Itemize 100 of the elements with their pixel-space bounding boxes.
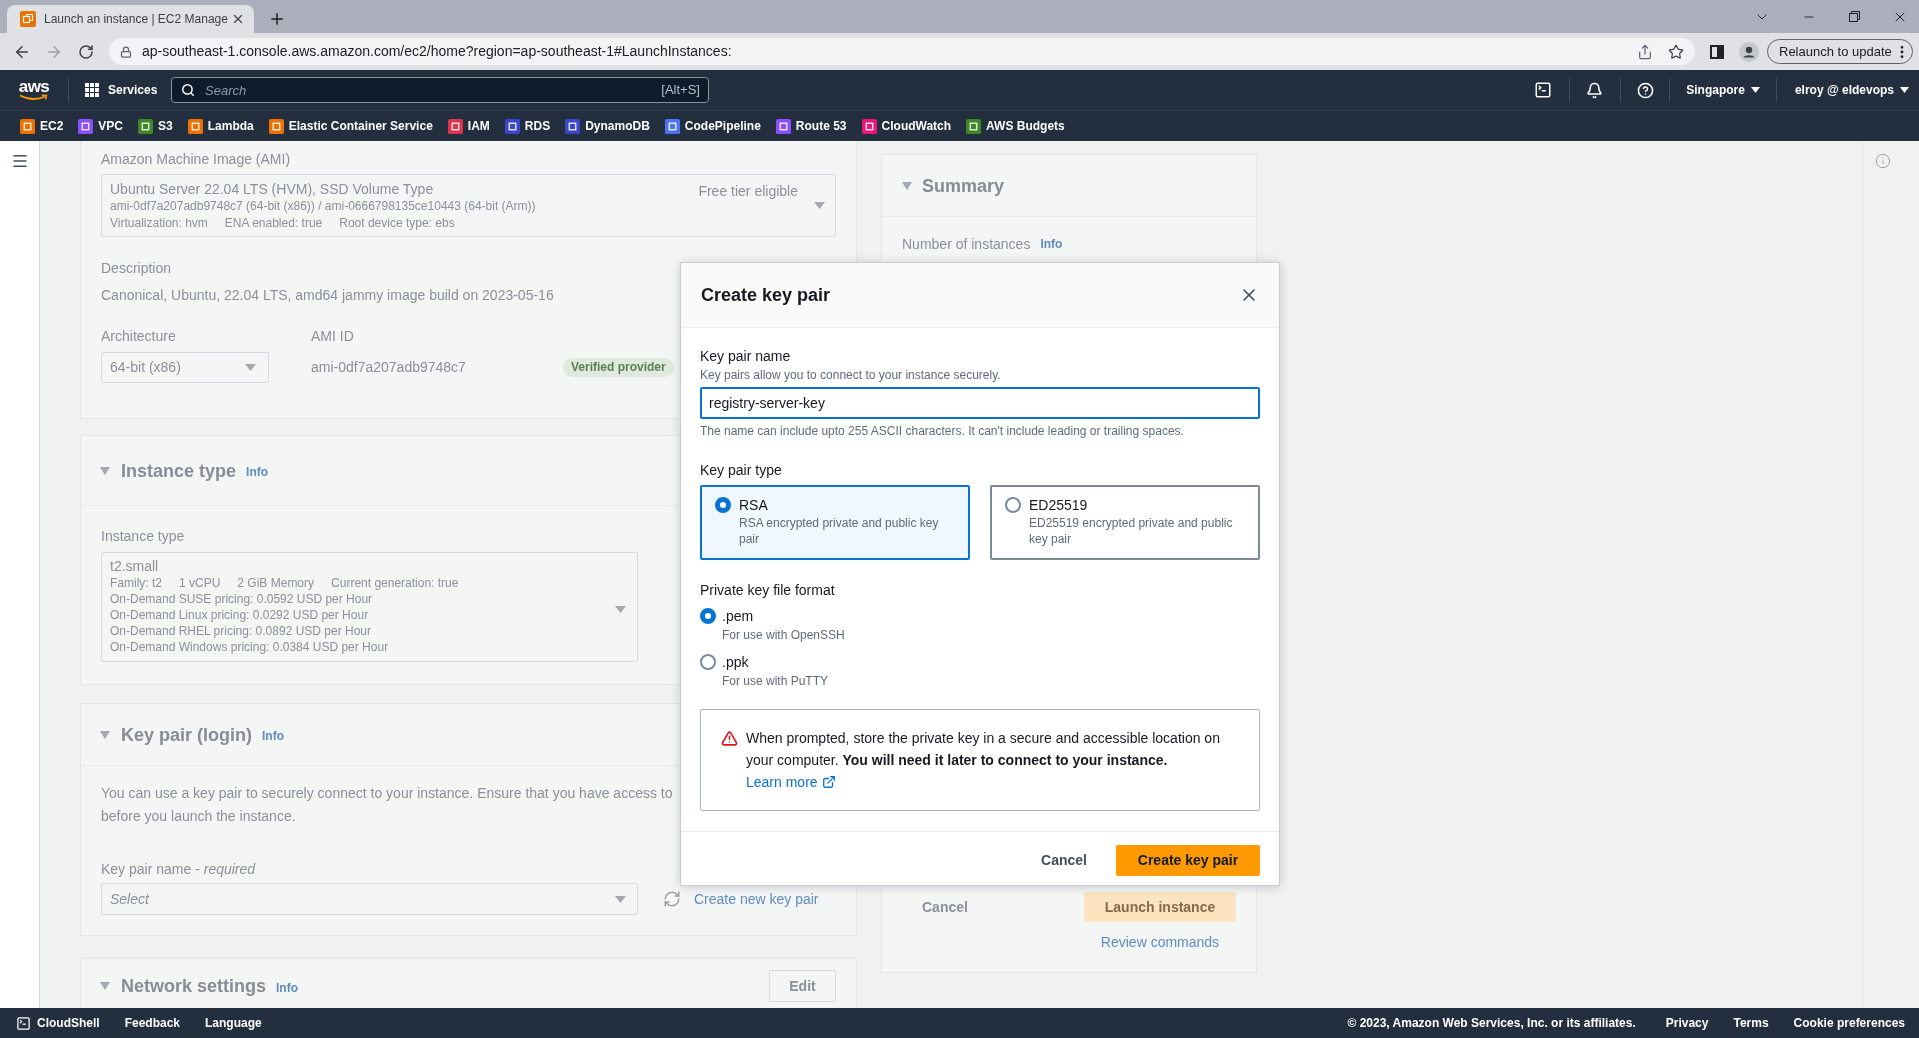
ami-detail: Root device type: ebs (339, 215, 455, 232)
field-label: Description (101, 259, 172, 277)
pricing-text: On-Demand Linux pricing: 0.0292 USD per Hour (110, 607, 369, 623)
instance-type-select[interactable] (101, 552, 638, 662)
caret-down-icon[interactable] (1900, 87, 1909, 93)
radio-icon[interactable] (700, 654, 716, 670)
spec-text: 1 vCPU (179, 575, 221, 591)
address-bar[interactable]: ap-southeast-1.console.aws.amazon.com/ec2/home?region=ap-southeast-1#LaunchInstances: (109, 38, 1695, 65)
spec-text: Current generation: true (331, 575, 459, 591)
copyright-text: © 2023, Amazon Web Services, Inc. or its affiliates. (1347, 1015, 1636, 1032)
field-hint: The name can include upto 255 ASCII characters. It can't include leading or trailing spaces. (700, 423, 1184, 439)
field-label: Private key file format (700, 581, 835, 599)
ami-detail: Virtualization: hvm (110, 215, 208, 232)
cloudshell-button[interactable]: CloudShell (16, 1014, 100, 1032)
warning-icon (721, 730, 738, 747)
radio-icon[interactable] (1005, 497, 1021, 513)
field-label: Key pair type (700, 461, 782, 479)
modal-title: Create key pair (701, 283, 831, 307)
favorite-link[interactable]: CodePipeline (664, 117, 761, 135)
share-icon[interactable] (1637, 43, 1653, 60)
verified-badge: Verified provider (563, 358, 674, 377)
spec-text: Family: t2 (110, 575, 162, 591)
create-key-pair-button[interactable]: Create key pair (1116, 845, 1260, 876)
account-menu[interactable]: elroy @ eldevops (1794, 81, 1909, 99)
field-label: Key pair name - required (101, 860, 256, 878)
ami-detail: ENA enabled: true (224, 215, 323, 232)
footer-link[interactable]: Cookie preferences (1793, 1014, 1905, 1032)
field-label: Amazon Machine Image (AMI) (101, 150, 291, 168)
free-tier-label: Free tier eligible (698, 182, 798, 200)
lock-icon (120, 45, 132, 58)
reload-icon[interactable] (78, 43, 94, 60)
side-panel-icon[interactable] (1710, 44, 1724, 59)
logo[interactable]: aws (17, 79, 51, 101)
launch-button[interactable]: Launch instance (1084, 892, 1236, 922)
instance-name: t2.small (110, 557, 159, 575)
grid-icon (85, 83, 99, 97)
field-label: Key pair name (700, 347, 791, 365)
terminal-icon (16, 1015, 31, 1031)
avatar-icon[interactable] (1739, 41, 1759, 62)
section-title: Key pair (login) (121, 723, 252, 746)
external-link-icon (821, 774, 836, 789)
browser-tab[interactable]: Launch an instance | EC2 Manage (7, 5, 254, 33)
plus-icon[interactable] (268, 10, 286, 28)
footer-link[interactable]: Feedback (124, 1014, 181, 1032)
region-menu[interactable]: Singapore (1686, 81, 1760, 99)
url-text: ap-southeast-1.console.aws.amazon.com/ec2/home?region=ap-southeast-1#LaunchInstances: (142, 42, 732, 61)
restore-icon[interactable] (1849, 11, 1860, 22)
section-title: Summary (922, 174, 1005, 197)
format-option[interactable]: .ppk For use with PuTTY (700, 653, 829, 689)
spec-text: 2 GiB Memory (237, 575, 315, 591)
favorite-link[interactable]: EC2 (20, 117, 64, 135)
section-title: Instance type (121, 459, 237, 482)
format-option[interactable]: .pem For use with OpenSSH (700, 607, 845, 643)
field-label: Number of instances (902, 235, 1031, 253)
ami-name: Ubuntu Server 22.04 LTS (HVM), SSD Volume Type (110, 180, 434, 198)
close-icon[interactable] (231, 12, 245, 26)
footer-link[interactable]: Privacy (1665, 1014, 1709, 1032)
favorite-link[interactable]: Lambda (187, 117, 254, 135)
ami-id-text: ami-0df7a207adb9748c7 (311, 358, 467, 377)
favorite-link[interactable]: Route 53 (775, 117, 847, 135)
field-label: Architecture (101, 327, 176, 345)
alert-message: When prompted, store the private key in a secure and accessible location on your computer. You will need it later to connect to your instance. Learn more (746, 729, 1221, 792)
help-icon[interactable] (1637, 81, 1655, 99)
description-text: Canonical, Ubuntu, 22.04 LTS, amd64 jammy image build on 2023-05-16 (101, 286, 554, 305)
favorite-link[interactable]: RDS (504, 117, 551, 135)
section-title: Network settings (121, 975, 267, 997)
key-type-option[interactable]: RSA RSA encrypted private and public key pair (700, 485, 970, 560)
ami-select[interactable] (101, 174, 836, 237)
text-input[interactable]: registry-server-key (700, 387, 1260, 419)
key-pair-description: You can use a key pair to securely connect to your instance. Ensure that you have access to before you launch the instance. (101, 784, 673, 826)
field-description: Key pairs allow you to connect to your instance securely. (700, 367, 1001, 383)
pricing-text: On-Demand Windows pricing: 0.0384 USD per Hour (110, 639, 389, 655)
footer-link[interactable]: Language (205, 1014, 262, 1032)
favorite-link[interactable]: S3 (138, 117, 173, 135)
cancel-button[interactable]: Cancel (1021, 845, 1107, 876)
caret-down-icon[interactable] (1750, 87, 1760, 93)
pricing-text: On-Demand RHEL pricing: 0.0892 USD per Hour (110, 623, 371, 639)
favorite-link[interactable]: CloudWatch (861, 117, 952, 135)
radio-icon[interactable] (715, 497, 731, 513)
favorite-link[interactable]: Elastic Container Service (268, 117, 433, 135)
search-icon (181, 83, 195, 97)
services-button[interactable]: Services (81, 81, 169, 99)
favorite-link[interactable]: DynamoDB (565, 117, 650, 135)
star-icon[interactable] (1668, 43, 1684, 60)
bell-icon[interactable] (1586, 81, 1604, 99)
pricing-text: On-Demand SUSE pricing: 0.0592 USD per Hour (110, 591, 373, 607)
favorite-link[interactable]: IAM (447, 117, 490, 135)
key-type-option[interactable]: ED25519 ED25519 encrypted private and public key pair (990, 485, 1260, 560)
learn-more-link[interactable]: Learn more (746, 774, 836, 790)
field-label: Instance type (101, 527, 185, 545)
shortcut-hint: [Alt+S] (661, 82, 700, 98)
field-label: AMI ID (311, 327, 354, 345)
favorite-link[interactable]: AWS Budgets (966, 117, 1065, 135)
footer-link[interactable]: Terms (1733, 1014, 1769, 1032)
favorite-link[interactable]: VPC (78, 117, 124, 135)
radio-icon[interactable] (700, 608, 716, 624)
menu-icon[interactable] (10, 152, 29, 170)
terminal-icon[interactable] (1534, 81, 1553, 99)
squares-tile-icon (20, 11, 36, 27)
ami-ids: ami-0df7a207adb9748c7 (64-bit (x86)) / ami-0666798135ce10443 (64-bit (Arm)) (110, 198, 536, 215)
